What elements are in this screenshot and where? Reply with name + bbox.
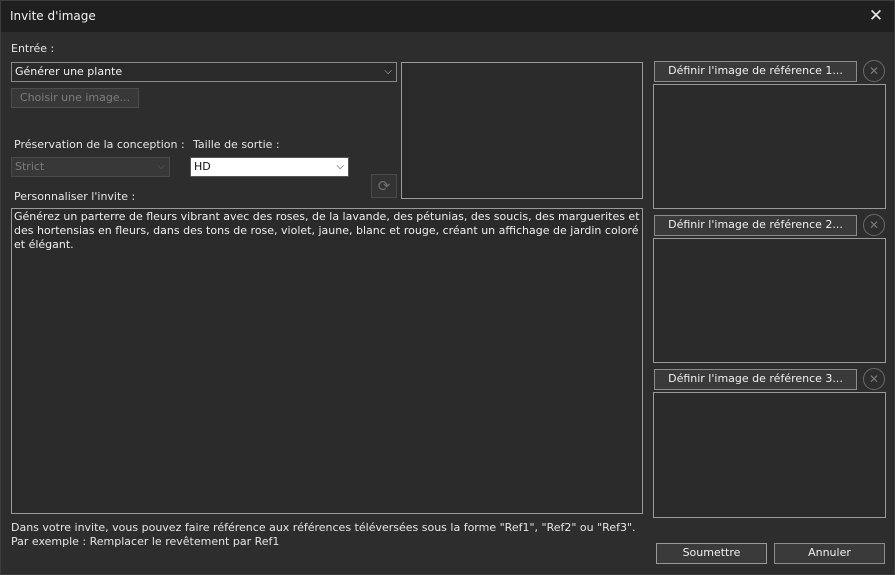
reference-hint-text: Dans votre invite, vous pouvez faire réf…: [11, 521, 636, 534]
reference-2-panel: [653, 238, 886, 363]
reference-3-panel: [653, 392, 886, 518]
output-size-label: Taille de sortie :: [193, 138, 280, 151]
clear-reference-2-icon[interactable]: ✕: [863, 214, 885, 236]
set-reference-1-button[interactable]: Définir l'image de référence 1...: [654, 61, 857, 82]
input-select[interactable]: Générer une plante ⌵: [11, 62, 397, 82]
submit-button[interactable]: Soumettre: [656, 543, 767, 564]
refresh-icon[interactable]: ⟳: [371, 174, 397, 198]
choose-image-button[interactable]: Choisir une image...: [11, 88, 139, 108]
prompt-textarea[interactable]: Générez un parterre de fleurs vibrant av…: [11, 208, 643, 514]
chevron-down-icon: ⌵: [384, 66, 392, 77]
window-title: Invite d'image: [10, 9, 96, 23]
design-preservation-select[interactable]: Strict ⌵: [11, 157, 170, 177]
close-icon[interactable]: ✕: [866, 6, 886, 26]
output-size-value: HD: [194, 160, 211, 173]
prompt-label: Personnaliser l'invite :: [14, 190, 136, 203]
chevron-down-icon: ⌵: [157, 161, 165, 172]
set-reference-3-button[interactable]: Définir l'image de référence 3...: [654, 369, 857, 390]
example-hint-text: Par exemple : Remplacer le revêtement pa…: [11, 535, 280, 548]
cancel-button[interactable]: Annuler: [774, 543, 885, 564]
title-bar: Invite d'image ✕: [1, 1, 894, 32]
design-preservation-value: Strict: [15, 160, 45, 173]
preview-panel: [401, 62, 643, 199]
image-prompt-dialog: Invite d'image ✕ Entrée : Générer une pl…: [0, 0, 895, 575]
chevron-down-icon: ⌵: [336, 161, 344, 172]
output-size-select[interactable]: HD ⌵: [190, 157, 349, 177]
set-reference-2-button[interactable]: Définir l'image de référence 2...: [654, 215, 857, 236]
input-label: Entrée :: [11, 42, 55, 55]
design-preservation-label: Préservation de la conception :: [14, 138, 185, 151]
reference-1-panel: [653, 84, 886, 209]
clear-reference-3-icon[interactable]: ✕: [863, 368, 885, 390]
clear-reference-1-icon[interactable]: ✕: [863, 60, 885, 82]
input-select-value: Générer une plante: [15, 65, 123, 78]
